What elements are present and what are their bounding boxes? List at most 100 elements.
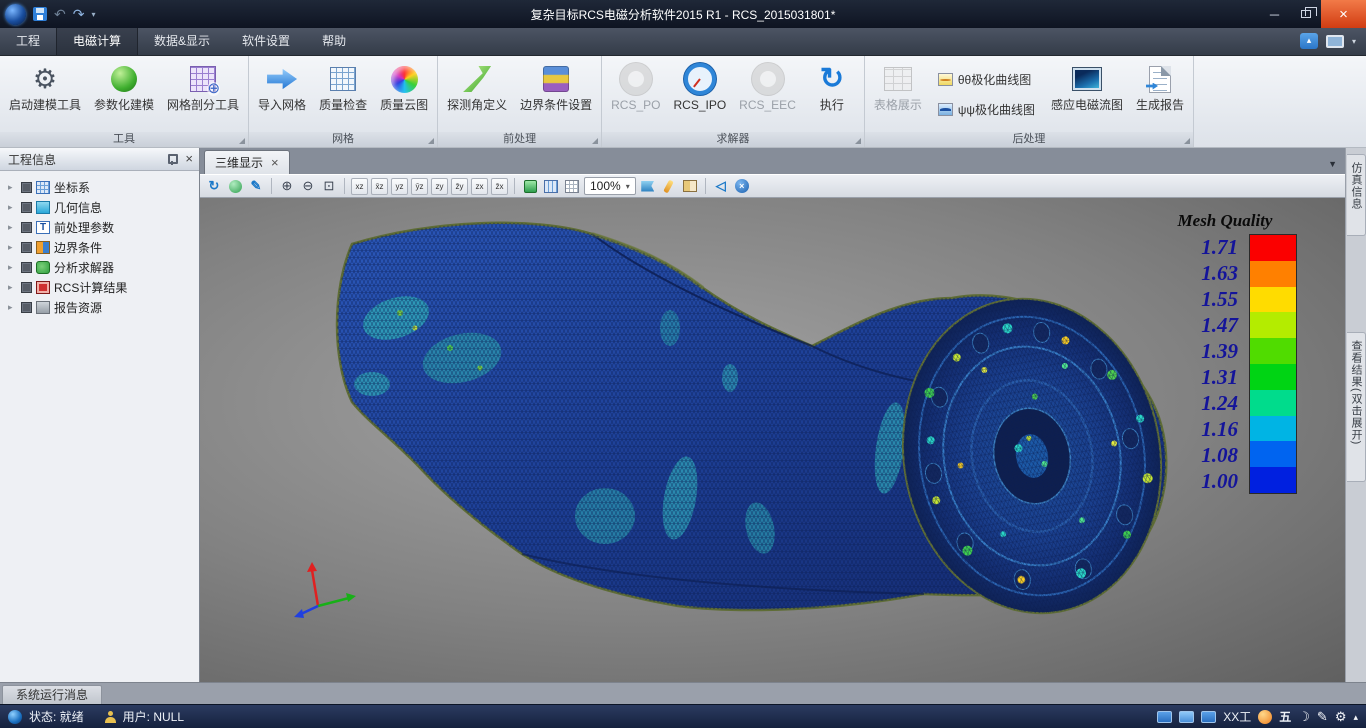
expander-icon[interactable]: ▸ bbox=[8, 302, 17, 313]
zoom-out-icon[interactable]: ⊖ bbox=[299, 177, 317, 195]
group-dialog-launcher-icon[interactable] bbox=[428, 138, 434, 144]
view-preset-zx-neg-button[interactable]: z̄x bbox=[491, 178, 508, 195]
tab-em-calculation[interactable]: 电磁计算 bbox=[56, 27, 138, 55]
expander-icon[interactable]: ▸ bbox=[8, 222, 17, 233]
wubi-mode-label[interactable]: 五 bbox=[1279, 708, 1291, 725]
ime-logo-icon[interactable] bbox=[1258, 710, 1272, 724]
zoom-dropdown-icon[interactable]: ▾ bbox=[626, 182, 630, 191]
tab-help[interactable]: 帮助 bbox=[306, 28, 362, 55]
boundary-layers-icon bbox=[543, 63, 569, 95]
group-dialog-launcher-icon[interactable] bbox=[239, 138, 245, 144]
save-icon[interactable] bbox=[33, 7, 47, 21]
tree-checkbox[interactable] bbox=[21, 202, 32, 213]
light-torch-icon[interactable] bbox=[660, 177, 678, 195]
collapse-arrow-icon[interactable]: ▴ bbox=[1353, 710, 1358, 724]
layout-dropdown-icon[interactable]: ▾ bbox=[1352, 37, 1356, 46]
panel-close-icon[interactable]: × bbox=[185, 153, 193, 165]
view-preset-xz-button[interactable]: xz bbox=[351, 178, 368, 195]
panels-icon[interactable] bbox=[681, 177, 699, 195]
undo-icon[interactable]: ↶ bbox=[54, 7, 66, 21]
parametric-modeling-button[interactable]: 参数化建模 bbox=[88, 58, 160, 130]
tab-close-icon[interactable]: × bbox=[271, 157, 279, 168]
tab-list-icon[interactable]: ▼ bbox=[1328, 159, 1337, 169]
minimize-button[interactable]: ─ bbox=[1259, 0, 1290, 28]
viewport-3d[interactable]: Mesh Quality 1.71 1.63 1.55 1.47 1.39 1.… bbox=[200, 198, 1345, 682]
tree-item-rcs-results[interactable]: ▸ RCS计算结果 bbox=[4, 277, 195, 297]
tab-software-settings[interactable]: 软件设置 bbox=[226, 28, 306, 55]
psi-polarization-curve-button[interactable]: ψψ极化曲线图 bbox=[933, 98, 1040, 121]
tab-3d-display[interactable]: 三维显示 × bbox=[204, 150, 290, 174]
right-tab-view-results[interactable]: 查看结果(双击展开) bbox=[1347, 332, 1366, 482]
export-view-icon[interactable]: ◁ bbox=[712, 177, 730, 195]
right-tab-sim-info[interactable]: 仿真信息 bbox=[1347, 154, 1366, 236]
layout-monitor-icon[interactable] bbox=[1201, 711, 1216, 723]
expander-icon[interactable]: ▸ bbox=[8, 182, 17, 193]
tree-checkbox[interactable] bbox=[21, 222, 32, 233]
system-messages-tab[interactable]: 系统运行消息 bbox=[2, 685, 102, 705]
close-button[interactable]: × bbox=[1321, 0, 1366, 28]
view-preset-xz-neg-button[interactable]: x̄z bbox=[371, 178, 388, 195]
expander-icon[interactable]: ▸ bbox=[8, 282, 17, 293]
zoom-in-icon[interactable]: ⊕ bbox=[278, 177, 296, 195]
mesh-partition-tool-button[interactable]: ⊕ 网格剖分工具 bbox=[161, 58, 245, 130]
theta-polarization-curve-button[interactable]: θθ极化曲线图 bbox=[933, 68, 1040, 91]
orbit-icon[interactable]: ↻ bbox=[205, 177, 223, 195]
render-shaded-icon[interactable] bbox=[521, 177, 539, 195]
view-preset-zy-button[interactable]: zy bbox=[431, 178, 448, 195]
tab-data-display[interactable]: 数据&显示 bbox=[138, 28, 226, 55]
tree-item-analysis-solver[interactable]: ▸ 分析求解器 bbox=[4, 257, 195, 277]
pin-icon[interactable] bbox=[166, 153, 177, 165]
layout-monitor-icon[interactable] bbox=[1157, 711, 1172, 723]
settings-gear-icon[interactable]: ⚙ bbox=[1335, 710, 1347, 724]
view-preset-zy-neg-button[interactable]: z̄y bbox=[451, 178, 468, 195]
tree-checkbox[interactable] bbox=[21, 302, 32, 313]
generate-report-button[interactable]: 生成报告 bbox=[1130, 58, 1190, 130]
boundary-conditions-button[interactable]: 边界条件设置 bbox=[514, 58, 598, 130]
maximize-button[interactable] bbox=[1290, 0, 1321, 28]
execute-button[interactable]: ↻ 执行 bbox=[803, 58, 861, 130]
expander-icon[interactable]: ▸ bbox=[8, 202, 17, 213]
layout-icon[interactable] bbox=[1326, 35, 1344, 48]
tree-checkbox[interactable] bbox=[21, 182, 32, 193]
zoom-window-icon[interactable]: ⊡ bbox=[320, 177, 338, 195]
annotate-pencil-icon[interactable]: ✎ bbox=[247, 177, 265, 195]
induced-current-map-button[interactable]: 感应电磁流图 bbox=[1045, 58, 1129, 130]
tree-item-geometry-info[interactable]: ▸ 几何信息 bbox=[4, 197, 195, 217]
group-dialog-launcher-icon[interactable] bbox=[592, 138, 598, 144]
tree-checkbox[interactable] bbox=[21, 242, 32, 253]
tree-checkbox[interactable] bbox=[21, 282, 32, 293]
tree-item-report-resources[interactable]: ▸ 报告资源 bbox=[4, 297, 195, 317]
shaded-sphere-icon[interactable] bbox=[226, 177, 244, 195]
tree-item-coordinate-system[interactable]: ▸ 坐标系 bbox=[4, 177, 195, 197]
quick-access-dropdown-icon[interactable]: ▾ bbox=[91, 10, 95, 19]
expander-icon[interactable]: ▸ bbox=[8, 242, 17, 253]
expander-icon[interactable]: ▸ bbox=[8, 262, 17, 273]
pen-icon[interactable]: ✎ bbox=[1317, 710, 1328, 724]
view-preset-yz-neg-button[interactable]: ȳz bbox=[411, 178, 428, 195]
tree-item-boundary-conditions[interactable]: ▸ 边界条件 bbox=[4, 237, 195, 257]
view-preset-zx-button[interactable]: zx bbox=[471, 178, 488, 195]
rcs-ipo-button[interactable]: RCS_IPO bbox=[667, 58, 732, 130]
probe-angle-button[interactable]: 探测角定义 bbox=[441, 58, 513, 130]
layout-monitor-icon[interactable] bbox=[1179, 711, 1194, 723]
execute-refresh-icon: ↻ bbox=[820, 63, 844, 95]
stop-render-icon[interactable]: × bbox=[733, 177, 751, 195]
tree-checkbox[interactable] bbox=[21, 262, 32, 273]
ribbon-toggle-icon[interactable]: ▴ bbox=[1300, 33, 1318, 49]
tree-item-preprocess-params[interactable]: ▸ T 前处理参数 bbox=[4, 217, 195, 237]
quality-check-button[interactable]: 质量检查 bbox=[313, 58, 373, 130]
tab-project[interactable]: 工程 bbox=[0, 28, 56, 55]
zoom-level-select[interactable]: 100% ▾ bbox=[584, 177, 636, 195]
group-dialog-launcher-icon[interactable] bbox=[855, 138, 861, 144]
render-hiddenline-icon[interactable] bbox=[563, 177, 581, 195]
import-mesh-button[interactable]: 导入网格 bbox=[252, 58, 312, 130]
redo-icon[interactable]: ↷ bbox=[73, 7, 85, 21]
moon-icon[interactable]: ☽ bbox=[1298, 710, 1310, 724]
view-preset-yz-button[interactable]: yz bbox=[391, 178, 408, 195]
launch-modeling-tool-button[interactable]: ⚙ 启动建模工具 bbox=[3, 58, 87, 130]
group-dialog-launcher-icon[interactable] bbox=[1184, 138, 1190, 144]
capture-flag-icon[interactable] bbox=[639, 177, 657, 195]
render-wireframe-icon[interactable] bbox=[542, 177, 560, 195]
button-label: ψψ极化曲线图 bbox=[958, 101, 1035, 118]
quality-cloud-map-button[interactable]: 质量云图 bbox=[374, 58, 434, 130]
